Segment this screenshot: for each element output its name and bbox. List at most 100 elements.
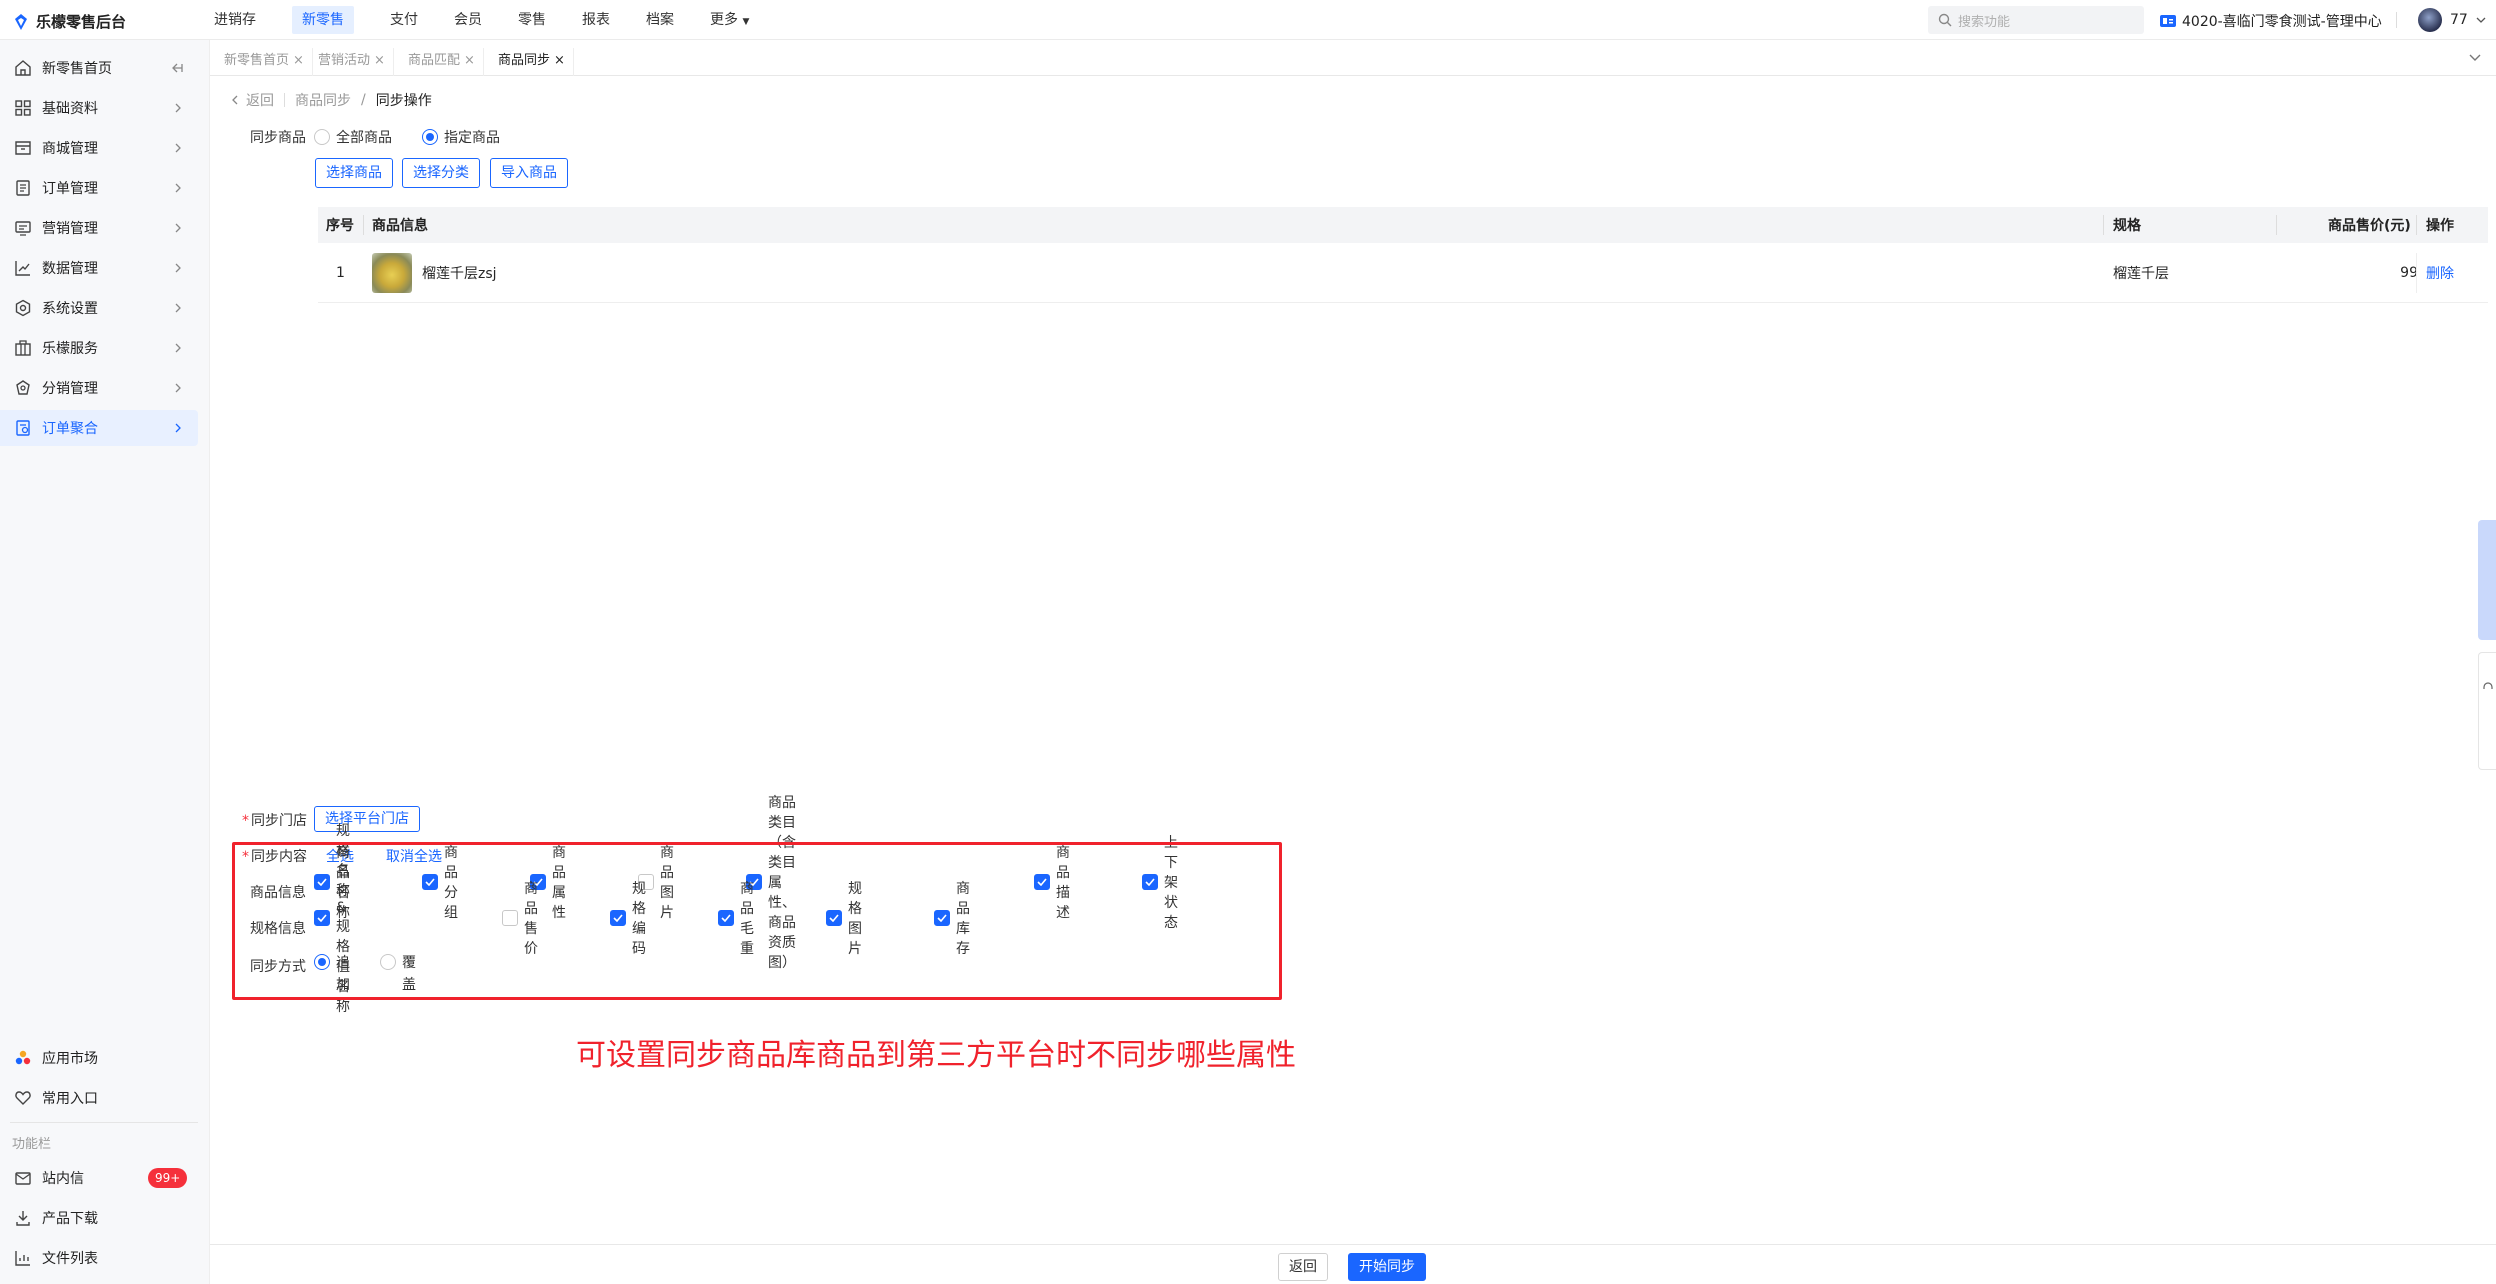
breadcrumb-separator: /	[361, 92, 366, 108]
search-input[interactable]: 搜索功能	[1928, 6, 2144, 34]
topnav-more[interactable]: 更多 ▼	[694, 0, 765, 40]
chevron-down-icon[interactable]	[2468, 50, 2482, 64]
chevron-right-icon	[172, 181, 184, 195]
sidebar-item-order-aggregation[interactable]: 订单聚合	[0, 410, 198, 446]
chevron-right-icon	[172, 101, 184, 115]
divider	[2396, 12, 2397, 28]
sidebar-item-label: 站内信	[42, 1171, 84, 1187]
sidebar-item-new-retail-home[interactable]: 新零售首页	[0, 50, 198, 86]
close-icon[interactable]: ×	[293, 53, 304, 68]
avatar	[2418, 8, 2442, 32]
sidebar-item-distribution[interactable]: 分销管理	[0, 370, 198, 406]
col-action-header: 操作	[2426, 218, 2454, 234]
annotation-text: 可设置同步商品库商品到第三方平台时不同步哪些属性	[576, 1038, 1296, 1073]
sidebar-item-label: 乐檬服务	[42, 341, 98, 357]
file-list-icon	[14, 1249, 32, 1267]
chevron-left-icon	[230, 94, 240, 106]
sync-goods-label: 同步商品	[250, 130, 306, 146]
sidebar-item-label: 基础资料	[42, 101, 98, 117]
radio-button	[314, 129, 330, 145]
close-icon[interactable]: ×	[374, 53, 385, 68]
marketing-icon	[14, 219, 32, 237]
chevron-right-icon	[172, 261, 184, 275]
topnav-retail[interactable]: 零售	[502, 0, 562, 40]
back-button[interactable]: 返回	[1278, 1253, 1328, 1281]
grid-icon	[14, 99, 32, 117]
start-sync-button[interactable]: 开始同步	[1348, 1253, 1426, 1281]
shop-icon	[14, 139, 32, 157]
top-nav: 进销存 新零售 支付 会员 零售 报表 档案 更多 ▼	[198, 0, 769, 40]
footer-bar: 返回 开始同步	[210, 1244, 2496, 1284]
main-content: 返回 商品同步 / 同步操作 同步商品 全部商品 指定商品 选择商品 选择分类 …	[210, 76, 2496, 1244]
sidebar-item-settings[interactable]: 系统设置	[0, 290, 198, 326]
radio-specified-goods[interactable]: 指定商品	[422, 127, 500, 147]
delete-link[interactable]: 删除	[2426, 263, 2454, 283]
sidebar-item-label: 订单管理	[42, 181, 98, 197]
headset-icon	[2482, 681, 2494, 693]
goods-thumbnail	[372, 253, 412, 293]
tab-new-retail-home[interactable]: 新零售首页 ×	[216, 48, 313, 76]
sidebar-item-label: 商城管理	[42, 141, 98, 157]
app-market-icon	[14, 1049, 32, 1067]
search-icon	[1938, 13, 1952, 27]
import-goods-button[interactable]: 导入商品	[490, 158, 568, 188]
column-divider	[2276, 215, 2277, 235]
close-icon[interactable]: ×	[554, 53, 565, 68]
topnav-member[interactable]: 会员	[438, 0, 498, 40]
col-goods-header: 商品信息	[372, 218, 428, 234]
app-logo[interactable]: 乐檬零售后台	[12, 11, 126, 32]
back-link[interactable]: 返回	[230, 90, 274, 110]
column-divider	[2103, 215, 2104, 235]
tab-marketing-activity[interactable]: 营销活动 ×	[310, 48, 394, 76]
sidebar-item-common-entry[interactable]: 常用入口	[0, 1080, 198, 1116]
sidebar-item-label: 营销管理	[42, 221, 98, 237]
sidebar-item-label: 新零售首页	[42, 61, 112, 77]
sidebar-item-label: 应用市场	[42, 1051, 98, 1067]
breadcrumb-current: 同步操作	[375, 93, 432, 109]
help-center-panel[interactable]	[2478, 520, 2496, 640]
tab-goods-sync[interactable]: 商品同步 ×	[490, 48, 574, 76]
column-divider	[363, 215, 364, 235]
customer-service-panel[interactable]	[2478, 652, 2496, 770]
store-selector[interactable]: 4020-喜临门零食测试-管理中心	[2160, 11, 2382, 31]
divider	[10, 1122, 198, 1123]
chevron-right-icon	[172, 421, 184, 435]
collapse-sidebar-icon[interactable]	[170, 61, 184, 75]
select-category-button[interactable]: 选择分类	[402, 158, 480, 188]
sidebar-item-messages[interactable]: 站内信 99+	[0, 1160, 198, 1196]
sidebar-item-lemeng-service[interactable]: 乐檬服务	[0, 330, 198, 366]
table-header: 序号 商品信息 规格 商品售价(元) 操作	[318, 207, 2488, 243]
tab-goods-match[interactable]: 商品匹配 ×	[400, 48, 484, 76]
sidebar-item-download[interactable]: 产品下载	[0, 1200, 198, 1236]
sidebar-item-file-list[interactable]: 文件列表	[0, 1240, 198, 1276]
sidebar-item-basic-data[interactable]: 基础资料	[0, 90, 198, 126]
topnav-inventory[interactable]: 进销存	[198, 0, 272, 40]
sidebar-item-label: 产品下载	[42, 1211, 98, 1227]
app-title: 乐檬零售后台	[36, 13, 127, 31]
unread-badge: 99+	[148, 1168, 188, 1188]
sidebar-item-mall[interactable]: 商城管理	[0, 130, 198, 166]
close-icon[interactable]: ×	[464, 53, 475, 68]
sidebar-item-data[interactable]: 数据管理	[0, 250, 198, 286]
heart-icon	[14, 1089, 32, 1107]
user-name: 77	[2450, 12, 2468, 28]
topnav-archive[interactable]: 档案	[630, 0, 690, 40]
search-placeholder: 搜索功能	[1958, 14, 2011, 30]
select-goods-button[interactable]: 选择商品	[315, 158, 393, 188]
topnav-payment[interactable]: 支付	[374, 0, 434, 40]
chart-icon	[14, 259, 32, 277]
column-divider	[2416, 253, 2417, 293]
topnav-new-retail[interactable]: 新零售	[276, 0, 370, 40]
topnav-report[interactable]: 报表	[566, 0, 626, 40]
sidebar-item-orders[interactable]: 订单管理	[0, 170, 198, 206]
sidebar-item-app-market[interactable]: 应用市场	[0, 1040, 198, 1076]
chevron-right-icon	[172, 301, 184, 315]
sidebar-item-marketing[interactable]: 营销管理	[0, 210, 198, 246]
sidebar-item-label: 分销管理	[42, 381, 98, 397]
sidebar-item-label: 文件列表	[42, 1251, 98, 1267]
user-menu[interactable]: 77	[2418, 8, 2486, 32]
radio-all-goods[interactable]: 全部商品	[314, 127, 392, 147]
logo-icon	[12, 13, 30, 31]
radio-button	[422, 129, 438, 145]
breadcrumb-parent[interactable]: 商品同步	[295, 90, 351, 110]
